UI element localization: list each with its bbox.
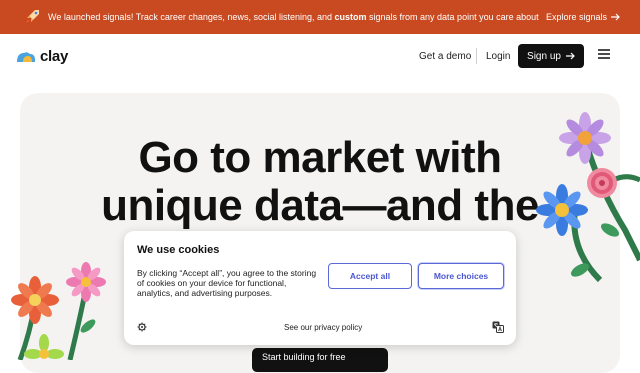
logo-text: clay: [40, 48, 68, 65]
privacy-policy-link[interactable]: See our privacy policy: [284, 323, 362, 332]
announcement-text: We launched signals! Track career change…: [48, 12, 539, 22]
more-choices-button[interactable]: More choices: [418, 263, 504, 289]
rocket-icon: [26, 10, 39, 23]
top-nav: clay Get a demo Login Sign up: [0, 34, 640, 80]
flower-illustration-right: [536, 112, 640, 283]
clay-logo[interactable]: clay: [16, 48, 68, 65]
start-building-label: Start building for free: [262, 352, 346, 362]
login-link[interactable]: Login: [486, 51, 510, 62]
announcement-bar: We launched signals! Track career change…: [0, 0, 640, 34]
nav-divider: [476, 48, 477, 64]
sign-up-label: Sign up: [527, 50, 561, 62]
gear-icon[interactable]: [137, 322, 147, 332]
sign-up-button[interactable]: Sign up: [518, 44, 584, 68]
language-icon[interactable]: [492, 321, 504, 333]
get-a-demo-link[interactable]: Get a demo: [419, 51, 471, 62]
hamburger-menu-icon[interactable]: [598, 48, 610, 60]
arrow-right-icon: [611, 13, 620, 21]
arrow-right-icon: [565, 52, 575, 60]
explore-signals-label[interactable]: Explore signals: [546, 12, 607, 22]
accept-all-button[interactable]: Accept all: [328, 263, 412, 289]
cookie-title: We use cookies: [137, 244, 220, 256]
flower-illustration-left: [11, 262, 106, 360]
clay-logo-icon: [17, 51, 35, 62]
start-building-button[interactable]: Start building for free: [252, 348, 388, 372]
explore-signals-link[interactable]: Explore signals: [546, 12, 620, 22]
cookie-body-text: By clicking “Accept all”, you agree to t…: [137, 268, 317, 298]
cookie-consent-dialog: We use cookies By clicking “Accept all”,…: [124, 231, 516, 345]
